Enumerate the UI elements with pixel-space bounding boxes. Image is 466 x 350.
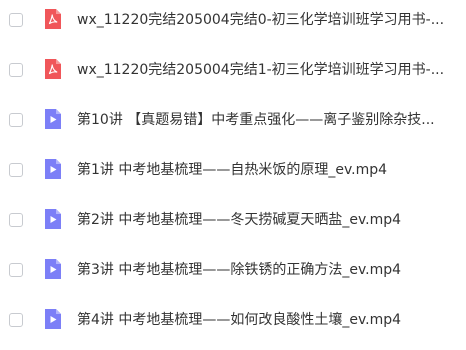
row-checkbox[interactable] <box>9 63 23 77</box>
file-name[interactable]: 第3讲 中考地基梳理——除铁锈的正确方法_ev.mp4 <box>77 261 463 279</box>
pdf-file-icon <box>45 9 61 29</box>
video-file-icon <box>45 159 61 179</box>
video-file-icon <box>45 309 61 329</box>
row-checkbox[interactable] <box>9 313 23 327</box>
file-name[interactable]: wx_11220完结205004完结0-初三化学培训班学习用书-... <box>77 11 463 29</box>
file-name[interactable]: wx_11220完结205004完结1-初三化学培训班学习用书-... <box>77 61 463 79</box>
row-checkbox[interactable] <box>9 13 23 27</box>
file-name[interactable]: 第10讲 【真题易错】中考重点强化——离子鉴别除杂技... <box>77 111 463 129</box>
file-name[interactable]: 第2讲 中考地基梳理——冬天捞碱夏天晒盐_ev.mp4 <box>77 211 463 229</box>
file-row[interactable]: 第4讲 中考地基梳理——如何改良酸性土壤_ev.mp4 <box>0 300 466 350</box>
file-row[interactable]: 第2讲 中考地基梳理——冬天捞碱夏天晒盐_ev.mp4 <box>0 200 466 250</box>
row-checkbox[interactable] <box>9 163 23 177</box>
video-file-icon <box>45 209 61 229</box>
file-name[interactable]: 第4讲 中考地基梳理——如何改良酸性土壤_ev.mp4 <box>77 311 463 329</box>
file-row[interactable]: 第10讲 【真题易错】中考重点强化——离子鉴别除杂技... <box>0 100 466 150</box>
file-row[interactable]: 第3讲 中考地基梳理——除铁锈的正确方法_ev.mp4 <box>0 250 466 300</box>
file-row[interactable]: wx_11220完结205004完结1-初三化学培训班学习用书-... <box>0 50 466 100</box>
video-file-icon <box>45 109 61 129</box>
file-row[interactable]: wx_11220完结205004完结0-初三化学培训班学习用书-... <box>0 0 466 50</box>
row-checkbox[interactable] <box>9 113 23 127</box>
file-name[interactable]: 第1讲 中考地基梳理——自热米饭的原理_ev.mp4 <box>77 161 463 179</box>
pdf-file-icon <box>45 59 61 79</box>
video-file-icon <box>45 259 61 279</box>
row-checkbox[interactable] <box>9 213 23 227</box>
row-checkbox[interactable] <box>9 263 23 277</box>
file-row[interactable]: 第1讲 中考地基梳理——自热米饭的原理_ev.mp4 <box>0 150 466 200</box>
